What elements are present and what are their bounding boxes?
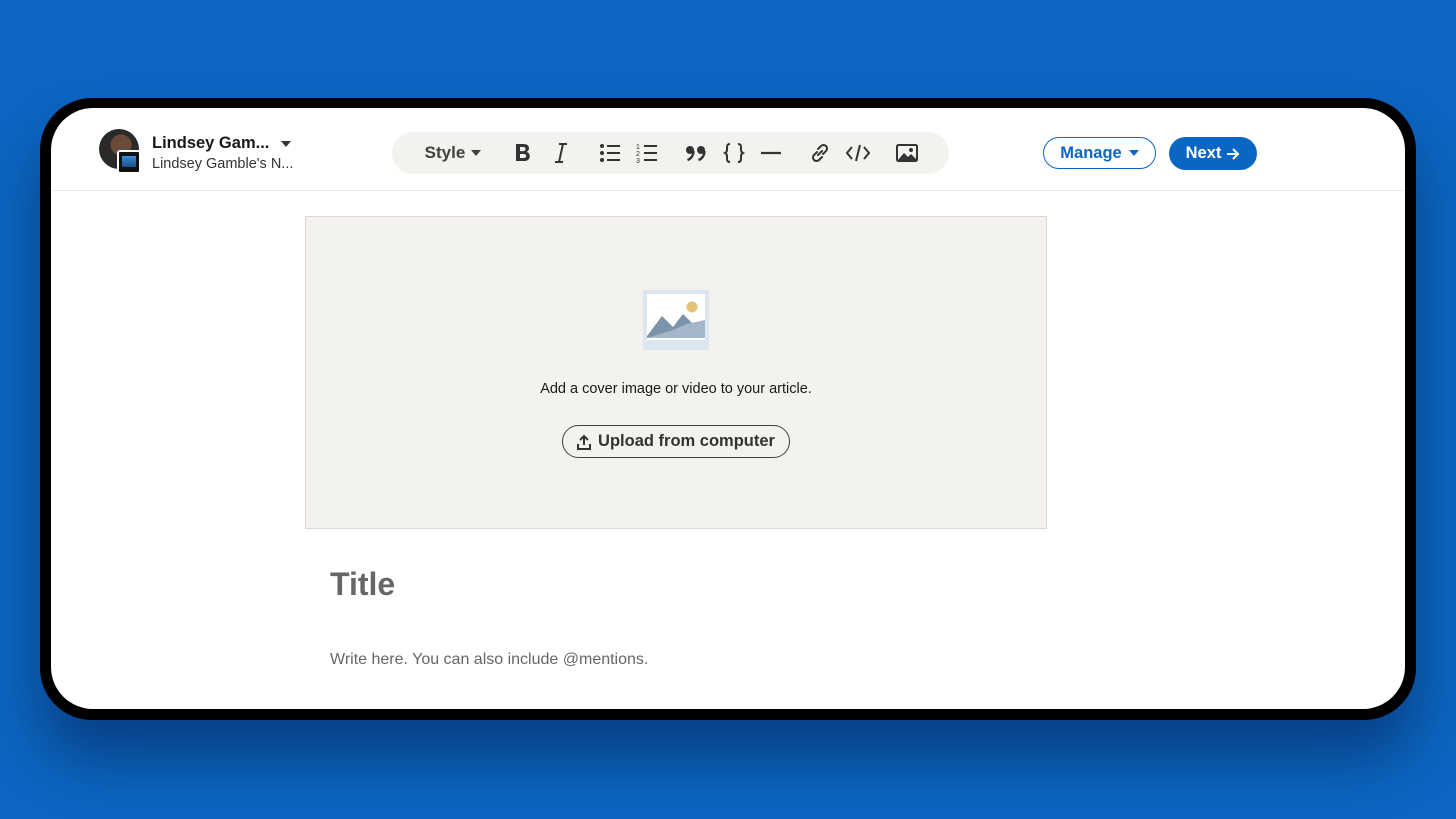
code-block-icon[interactable]	[719, 132, 749, 174]
formatting-toolbar: Style 123	[392, 132, 949, 174]
body-input[interactable]: Write here. You can also include @mentio…	[330, 651, 648, 669]
image-placeholder-icon	[643, 290, 709, 350]
upload-label: Upload from computer	[598, 432, 775, 450]
device-frame: Lindsey Gam... Lindsey Gamble's N... Sty…	[40, 98, 1416, 720]
manage-button[interactable]: Manage	[1043, 137, 1156, 169]
chevron-down-icon[interactable]	[281, 141, 291, 147]
bold-icon[interactable]	[508, 132, 538, 174]
embed-icon[interactable]	[843, 132, 873, 174]
italic-icon[interactable]	[546, 132, 576, 174]
chevron-down-icon	[1128, 150, 1139, 156]
author-name[interactable]: Lindsey Gam...	[152, 134, 269, 153]
link-icon[interactable]	[805, 132, 835, 174]
manage-label: Manage	[1060, 143, 1122, 162]
svg-text:2: 2	[636, 151, 640, 158]
arrow-right-icon	[1227, 147, 1240, 160]
cover-prompt: Add a cover image or video to your artic…	[540, 381, 812, 397]
upload-from-computer-button[interactable]: Upload from computer	[562, 425, 790, 458]
cover-image-dropzone[interactable]: Add a cover image or video to your artic…	[305, 216, 1047, 529]
newsletter-logo	[117, 150, 141, 174]
next-label: Next	[1185, 144, 1222, 162]
svg-text:1: 1	[636, 144, 640, 151]
style-dropdown[interactable]: Style	[418, 132, 488, 174]
title-input[interactable]: Title	[330, 566, 395, 603]
upload-icon	[577, 434, 592, 450]
next-button[interactable]: Next	[1169, 137, 1257, 170]
style-label: Style	[424, 143, 466, 162]
svg-text:3: 3	[636, 158, 640, 164]
newsletter-name: Lindsey Gamble's N...	[152, 156, 294, 172]
divider-icon[interactable]	[756, 132, 786, 174]
numbered-list-icon[interactable]: 123	[632, 132, 662, 174]
editor-screen: Lindsey Gam... Lindsey Gamble's N... Sty…	[51, 108, 1405, 709]
editor-header: Lindsey Gam... Lindsey Gamble's N... Sty…	[51, 108, 1405, 191]
chevron-down-icon	[471, 150, 482, 156]
bulleted-list-icon[interactable]	[595, 132, 625, 174]
image-icon[interactable]	[892, 132, 922, 174]
quote-icon[interactable]	[681, 132, 711, 174]
